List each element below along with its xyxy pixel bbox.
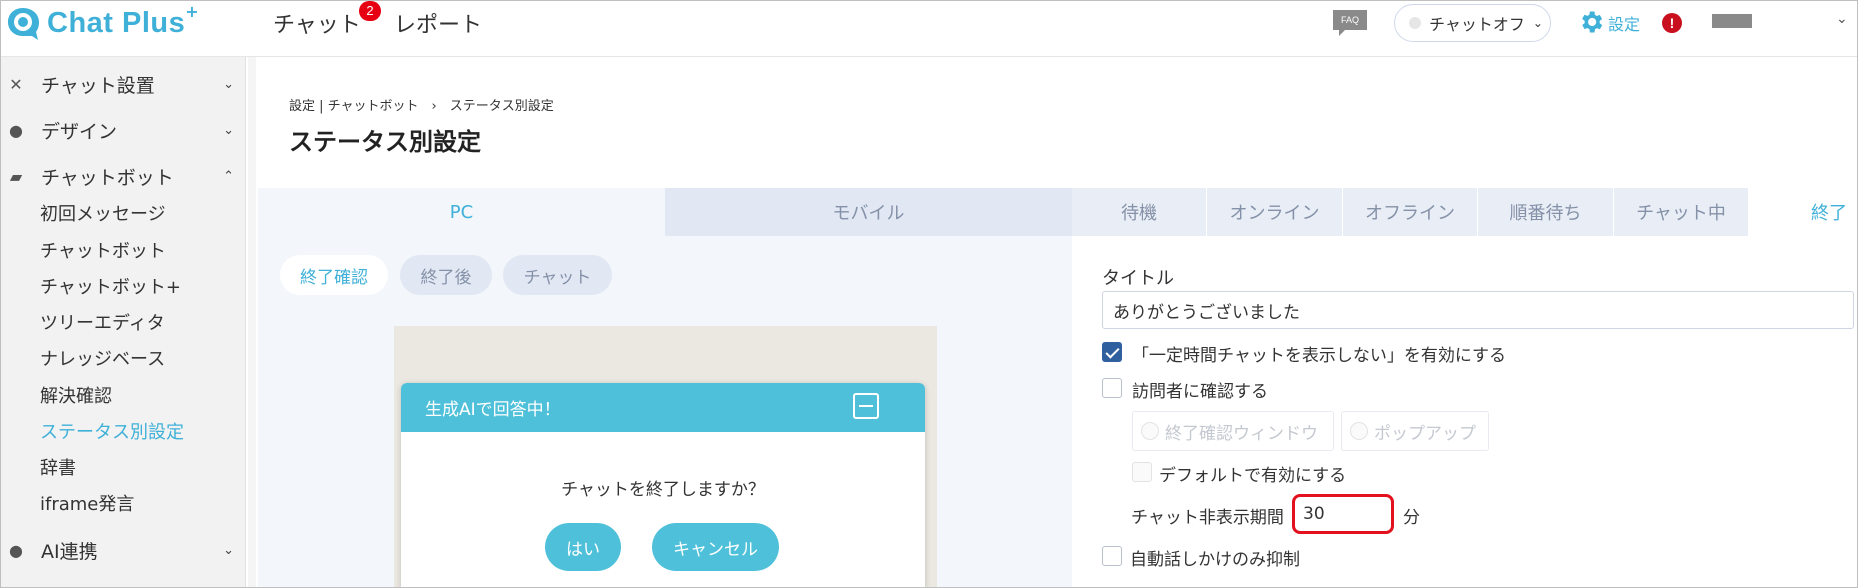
lightbulb-icon: ● — [9, 540, 23, 560]
sidebar-section-ai[interactable]: ● AI連携 ⌄ — [1, 532, 246, 568]
end-confirm-question: チャットを終了しますか？ — [561, 480, 765, 500]
top-bar: Chat Plus + チャット 2 レポート FAQ チャットオフ ⌄ 設定 … — [1, 1, 1857, 57]
alert-icon[interactable]: ! — [1662, 13, 1682, 33]
radio-circle-icon — [1141, 422, 1159, 440]
tab-pc[interactable]: PC — [258, 188, 665, 236]
cancel-button[interactable]: キャンセル — [652, 523, 779, 571]
default-enabled-checkbox[interactable] — [1132, 462, 1152, 482]
radio-circle-icon — [1350, 422, 1368, 440]
chat-preview-window: 生成AIで回答中！ チャットを終了しますか？ はい キャンセル — [401, 383, 925, 587]
auto-suppress-checkbox[interactable] — [1102, 546, 1122, 566]
chevron-up-icon: ⌃ — [223, 168, 234, 184]
chat-preview-title: 生成AIで回答中！ — [425, 400, 561, 420]
tab-mobile[interactable]: モバイル — [665, 188, 1072, 236]
nav-report[interactable]: レポート — [394, 7, 482, 39]
logo[interactable]: Chat Plus + — [5, 1, 199, 43]
tab-online[interactable]: オンライン — [1207, 188, 1343, 236]
confirm-visitor-label: 訪問者に確認する — [1132, 382, 1268, 402]
preview-tab-chat[interactable]: チャット — [503, 255, 612, 295]
tab-ended[interactable]: 終了 — [1749, 188, 1857, 236]
sidebar-item-resolution-check[interactable]: 解決確認 — [40, 382, 112, 408]
sidebar-item-dictionary[interactable]: 辞書 — [40, 454, 76, 480]
faq-label: FAQ — [1341, 15, 1359, 25]
chat-status-dropdown[interactable]: チャットオフ ⌄ — [1394, 4, 1551, 42]
breadcrumb[interactable]: 設定 | チャットボット › ステータス別設定 — [289, 95, 554, 114]
chevron-down-icon: ⌄ — [223, 122, 234, 138]
radio-popup[interactable]: ポップアップ — [1341, 411, 1489, 451]
sidebar-item-status-settings[interactable]: ステータス別設定 — [40, 418, 184, 444]
sidebar-item-chatbot[interactable]: チャットボット — [40, 237, 166, 263]
tools-icon: ✕ — [9, 74, 23, 94]
period-unit-label: 分 — [1403, 508, 1420, 528]
tab-offline[interactable]: オフライン — [1343, 188, 1478, 236]
auto-suppress-label: 自動話しかけのみ抑制 — [1130, 550, 1300, 570]
app-window: Chat Plus + チャット 2 レポート FAQ チャットオフ ⌄ 設定 … — [0, 0, 1858, 588]
status-label: チャットオフ — [1429, 15, 1525, 34]
confirm-visitor-checkbox[interactable] — [1102, 378, 1122, 398]
gear-icon[interactable] — [1577, 8, 1605, 36]
user-name-redacted[interactable] — [1712, 14, 1752, 28]
chevron-down-icon: ⌄ — [223, 542, 234, 558]
nav-chat[interactable]: チャット — [273, 7, 361, 39]
settings-link[interactable]: 設定 — [1608, 11, 1640, 35]
page-title: ステータス別設定 — [289, 128, 481, 156]
chat-plus-logo-icon — [8, 8, 39, 40]
chat-count-badge: 2 — [359, 1, 381, 21]
tab-waiting[interactable]: 順番待ち — [1478, 188, 1614, 236]
palette-icon: ● — [9, 120, 23, 140]
sidebar-item-first-message[interactable]: 初回メッセージ — [40, 200, 166, 226]
faq-icon[interactable]: FAQ — [1331, 8, 1369, 38]
hide-chat-label: 「一定時間チャットを表示しない」を有効にする — [1132, 346, 1506, 366]
yes-button[interactable]: はい — [545, 523, 621, 571]
tab-standby[interactable]: 待機 — [1072, 188, 1207, 236]
radio-end-confirm-window[interactable]: 終了確認ウィンドウ — [1132, 411, 1334, 451]
sidebar-scrollbar[interactable] — [248, 57, 256, 587]
chevron-down-icon: ⌄ — [223, 76, 234, 92]
chevron-down-icon: ⌄ — [1532, 16, 1543, 30]
hide-chat-checkbox[interactable] — [1102, 342, 1122, 362]
status-dot-icon — [1409, 17, 1421, 29]
sidebar-item-iframe[interactable]: iframe発言 — [40, 490, 134, 516]
default-enabled-label: デフォルトで有効にする — [1159, 466, 1347, 486]
preview-tab-after-end[interactable]: 終了後 — [400, 255, 492, 295]
user-menu-chevron-icon[interactable]: ⌄ — [1836, 11, 1848, 27]
tab-chatting[interactable]: チャット中 — [1614, 188, 1749, 236]
sidebar-section-chatbot[interactable]: ▰ チャットボット ⌃ — [1, 158, 246, 194]
sidebar-item-knowledge-base[interactable]: ナレッジベース — [40, 345, 165, 371]
title-input[interactable] — [1102, 291, 1854, 329]
minimize-icon[interactable] — [853, 393, 879, 419]
hide-period-input[interactable] — [1292, 494, 1394, 534]
title-label: タイトル — [1102, 268, 1174, 289]
logo-plus: + — [185, 1, 199, 21]
sidebar-section-chat-install[interactable]: ✕ チャット設置 ⌄ — [1, 66, 246, 102]
logo-text: Chat Plus — [47, 6, 186, 39]
sidebar-item-tree-editor[interactable]: ツリーエディタ — [40, 309, 165, 335]
sidebar-section-design[interactable]: ● デザイン ⌄ — [1, 112, 246, 148]
chat-bubbles-icon: ▰ — [9, 166, 23, 186]
hide-period-label: チャット非表示期間 — [1131, 508, 1284, 528]
preview-tab-end-confirm[interactable]: 終了確認 — [280, 255, 388, 295]
chat-preview-header: 生成AIで回答中！ — [401, 383, 925, 432]
sidebar-item-chatbot-plus[interactable]: チャットボット+ — [40, 273, 181, 299]
